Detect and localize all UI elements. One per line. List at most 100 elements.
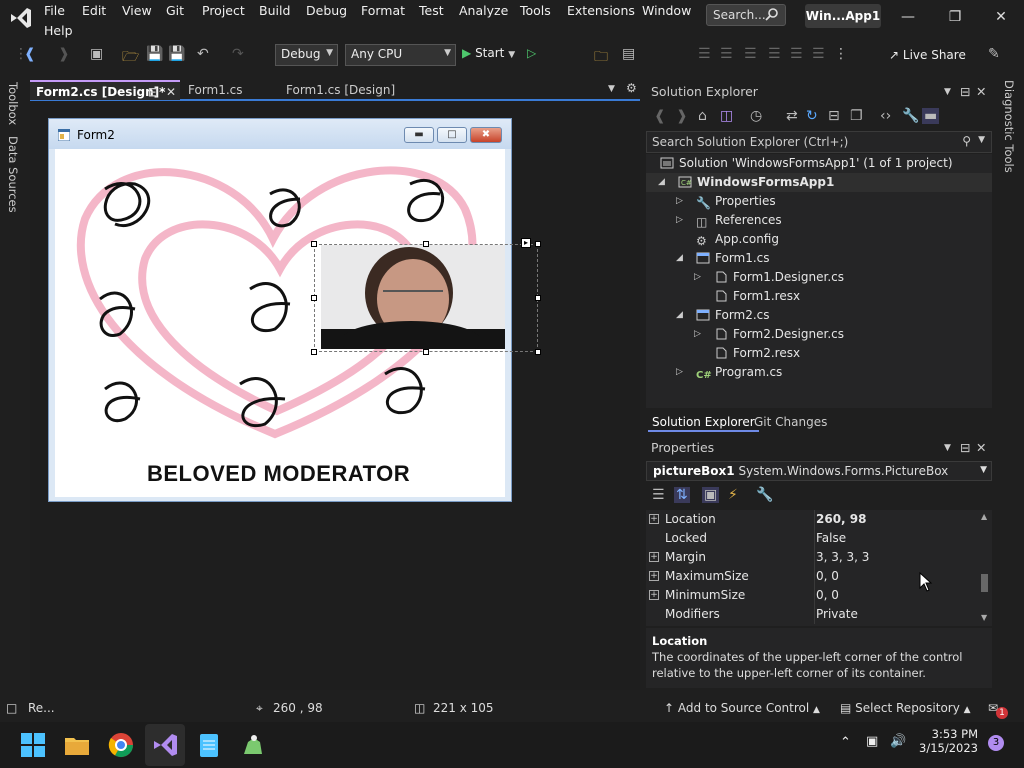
- tab-data-sources[interactable]: Data Sources: [6, 136, 20, 213]
- notepad-icon[interactable]: [194, 730, 224, 760]
- toolbar-overflow-icon[interactable]: ⋮: [834, 46, 848, 62]
- menu-extensions[interactable]: Extensions: [567, 3, 635, 18]
- menu-edit[interactable]: Edit: [82, 3, 106, 18]
- align-centers-icon[interactable]: ☰: [720, 46, 733, 62]
- close-icon[interactable]: ✕: [976, 437, 986, 459]
- expand-closed-icon[interactable]: ▷: [676, 211, 683, 230]
- property-value[interactable]: 0, 0: [816, 567, 839, 586]
- back-icon[interactable]: ❰: [654, 108, 666, 124]
- scroll-up-icon[interactable]: ▲: [981, 512, 987, 521]
- tab-form1-cs[interactable]: Form1.cs: [182, 80, 278, 100]
- align-tops-icon[interactable]: ☰: [768, 46, 781, 62]
- resize-handle-w[interactable]: [311, 295, 317, 301]
- panel-menu-icon[interactable]: ▼: [944, 437, 951, 459]
- open-folder-icon[interactable]: 🗁: [122, 46, 139, 70]
- tab-diagnostic-tools[interactable]: Diagnostic Tools: [1002, 80, 1016, 173]
- notification-count-badge[interactable]: 3: [988, 735, 1004, 751]
- menu-window[interactable]: Window: [642, 3, 691, 18]
- property-value[interactable]: Private: [816, 605, 858, 624]
- expand-closed-icon[interactable]: ▷: [694, 325, 701, 344]
- layout-icon[interactable]: ▤: [622, 46, 635, 62]
- sync-icon[interactable]: ⇄: [786, 108, 798, 124]
- align-middles-icon[interactable]: ☰: [790, 46, 803, 62]
- refresh-icon[interactable]: ↻: [806, 108, 818, 124]
- tree-item-form2-resx[interactable]: Form2.resx: [714, 344, 800, 363]
- restore-window-icon[interactable]: ❐: [937, 2, 973, 32]
- property-value[interactable]: 0, 0: [816, 586, 839, 605]
- form-close-icon[interactable]: ✖: [470, 127, 502, 143]
- tab-solution-explorer[interactable]: Solution Explorer: [648, 412, 759, 432]
- resize-handle-se[interactable]: [535, 349, 541, 355]
- folder-icon[interactable]: 🗀: [594, 46, 608, 70]
- close-window-icon[interactable]: ✕: [983, 2, 1019, 32]
- resize-handle-ne[interactable]: [535, 241, 541, 247]
- property-row-modifiers[interactable]: Modifiers Private: [646, 605, 976, 624]
- property-row-margin[interactable]: + Margin 3, 3, 3, 3: [646, 548, 976, 567]
- pin-icon[interactable]: ⊟: [960, 437, 970, 459]
- menu-git[interactable]: Git: [166, 3, 184, 18]
- align-lefts-icon[interactable]: ☰: [698, 46, 711, 62]
- navigate-forward-icon[interactable]: ❱: [58, 46, 70, 62]
- collapse-all-icon[interactable]: ⊟: [828, 108, 840, 124]
- tree-item-properties[interactable]: ▷ 🔧 Properties: [676, 192, 776, 211]
- game-app-icon[interactable]: [238, 730, 268, 760]
- pin-icon[interactable]: ⊟: [960, 81, 970, 103]
- wrench-icon[interactable]: 🔧: [902, 108, 919, 124]
- properties-object-selector[interactable]: pictureBox1 System.Windows.Forms.Picture…: [646, 461, 992, 481]
- visual-studio-taskbar-icon[interactable]: [150, 730, 180, 760]
- expand-closed-icon[interactable]: ▷: [676, 363, 683, 382]
- tree-item-form1-resx[interactable]: Form1.resx: [714, 287, 800, 306]
- tree-item-project[interactable]: ◢ C# WindowsFormsApp1: [646, 173, 992, 192]
- home-icon[interactable]: ⌂: [698, 108, 707, 124]
- close-icon[interactable]: ✕: [976, 81, 986, 103]
- menu-project[interactable]: Project: [202, 3, 245, 18]
- align-rights-icon[interactable]: ☰: [744, 46, 757, 62]
- tab-toolbox[interactable]: Toolbox: [6, 82, 20, 125]
- resize-handle-s[interactable]: [423, 349, 429, 355]
- expand-plus-icon[interactable]: +: [649, 571, 659, 581]
- menu-view[interactable]: View: [122, 3, 152, 18]
- property-pages-icon[interactable]: 🔧: [756, 487, 773, 503]
- clock[interactable]: 3:53 PM 3/15/2023: [916, 727, 978, 755]
- tab-form1-design[interactable]: Form1.cs [Design]: [280, 80, 420, 100]
- configuration-select[interactable]: Debug ▼: [275, 44, 338, 66]
- menu-file[interactable]: File: [44, 3, 65, 18]
- tree-item-form1[interactable]: ◢ Form1.cs: [676, 249, 770, 268]
- windows-start-icon[interactable]: [18, 730, 48, 760]
- property-value[interactable]: 3, 3, 3, 3: [816, 548, 869, 567]
- form-maximize-icon[interactable]: □: [437, 127, 467, 143]
- start-without-debugging-icon[interactable]: ▷: [527, 46, 536, 60]
- tree-item-appconfig[interactable]: ⚙ App.config: [696, 230, 779, 249]
- pin-icon[interactable]: ⊟: [148, 82, 158, 102]
- tree-item-program[interactable]: ▷ C# Program.cs: [676, 363, 782, 382]
- expand-plus-icon[interactable]: +: [649, 552, 659, 562]
- tree-item-form2[interactable]: ◢ Form2.cs: [676, 306, 770, 325]
- properties-view-icon[interactable]: ▣: [702, 487, 720, 503]
- show-all-files-icon[interactable]: ❐: [850, 108, 863, 124]
- redo-icon[interactable]: ↷: [232, 46, 244, 62]
- chrome-icon[interactable]: [106, 730, 136, 760]
- undo-icon[interactable]: ↶: [197, 46, 209, 62]
- output-icon[interactable]: □: [6, 701, 17, 715]
- scroll-down-icon[interactable]: ▼: [981, 613, 987, 622]
- menu-tools[interactable]: Tools: [520, 3, 551, 18]
- smart-tag-icon[interactable]: ▸: [521, 238, 531, 248]
- expand-open-icon[interactable]: ◢: [676, 249, 683, 268]
- property-grid-scrollbar[interactable]: ▲ ▼: [978, 510, 992, 626]
- resize-handle-n[interactable]: [423, 241, 429, 247]
- tree-item-form2-designer[interactable]: ▷ Form2.Designer.cs: [694, 325, 844, 344]
- visual-studio-logo-icon[interactable]: [8, 5, 34, 31]
- chevron-down-icon[interactable]: ▼: [978, 135, 985, 145]
- tray-overflow-icon[interactable]: ⌃: [840, 735, 851, 750]
- view-code-icon[interactable]: ‹›: [880, 108, 891, 124]
- resize-handle-nw[interactable]: [311, 241, 317, 247]
- menu-build[interactable]: Build: [259, 3, 290, 18]
- new-project-icon[interactable]: ▣: [90, 46, 103, 62]
- switch-views-icon[interactable]: ◫: [720, 108, 733, 124]
- start-debugging-button[interactable]: ▶ Start ▼ ▷: [462, 46, 536, 60]
- alphabetical-icon[interactable]: ⇅: [674, 487, 690, 503]
- tree-item-references[interactable]: ▷ ◫ References: [676, 211, 782, 230]
- menu-test[interactable]: Test: [419, 3, 444, 18]
- save-all-icon[interactable]: 💾: [168, 46, 185, 62]
- menu-help[interactable]: Help: [44, 23, 73, 38]
